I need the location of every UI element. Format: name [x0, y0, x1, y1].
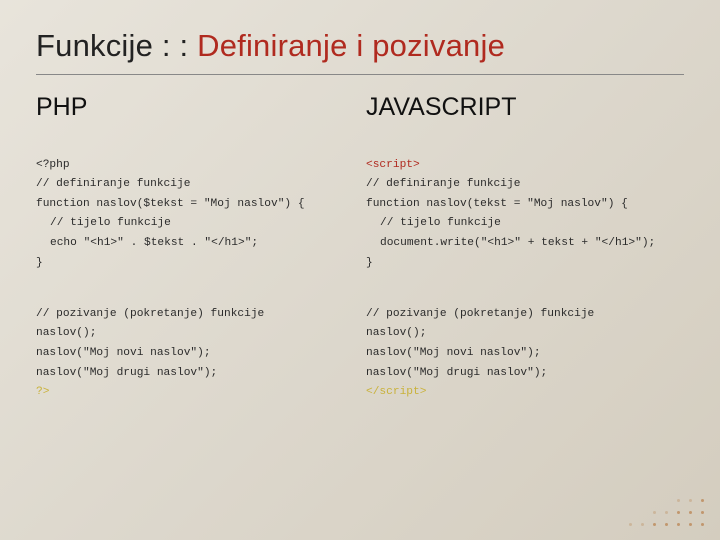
column-js-heading: JAVASCRIPT	[366, 93, 684, 122]
code-line: // pozivanje (pokretanje) funkcije	[366, 308, 594, 320]
code-line: naslov();	[366, 327, 426, 339]
column-php: PHP <?php // definiranje funkcije functi…	[36, 93, 354, 422]
title-wrap: Funkcije : : Definiranje i pozivanje	[36, 28, 684, 75]
column-js: JAVASCRIPT <script> // definiranje funkc…	[366, 93, 684, 422]
code-js: <script> // definiranje funkcije functio…	[366, 136, 684, 422]
code-line: naslov("Moj drugi naslov");	[36, 367, 217, 379]
title-part-a: Funkcije	[36, 28, 153, 63]
code-php: <?php // definiranje funkcije function n…	[36, 136, 354, 422]
code-line: // definiranje funkcije	[366, 178, 520, 190]
decorative-dots	[626, 496, 706, 528]
code-line: ?>	[36, 386, 49, 398]
code-line: // tijelo funkcije	[366, 214, 684, 234]
code-line: <?php	[36, 159, 70, 171]
column-php-heading: PHP	[36, 93, 354, 122]
code-line: echo "<h1>" . $tekst . "</h1>";	[36, 234, 354, 254]
code-line: naslov("Moj novi naslov");	[36, 347, 211, 359]
title-separator: : :	[153, 28, 197, 63]
code-line: function naslov($tekst = "Moj naslov") {	[36, 198, 305, 210]
code-line: // definiranje funkcije	[36, 178, 190, 190]
slide-title: Funkcije : : Definiranje i pozivanje	[36, 28, 684, 64]
code-line: }	[366, 257, 373, 269]
code-line: }	[36, 257, 43, 269]
slide: Funkcije : : Definiranje i pozivanje PHP…	[0, 0, 720, 540]
code-line: function naslov(tekst = "Moj naslov") {	[366, 198, 628, 210]
code-line: document.write("<h1>" + tekst + "</h1>")…	[366, 234, 684, 254]
code-line: </script>	[366, 386, 426, 398]
code-line: naslov("Moj novi naslov");	[366, 347, 541, 359]
code-line: naslov("Moj drugi naslov");	[366, 367, 547, 379]
columns: PHP <?php // definiranje funkcije functi…	[36, 93, 684, 422]
code-line: // tijelo funkcije	[36, 214, 354, 234]
code-line: naslov();	[36, 327, 96, 339]
title-part-b: Definiranje i pozivanje	[197, 28, 505, 63]
code-line: // pozivanje (pokretanje) funkcije	[36, 308, 264, 320]
code-line: <script>	[366, 159, 420, 171]
